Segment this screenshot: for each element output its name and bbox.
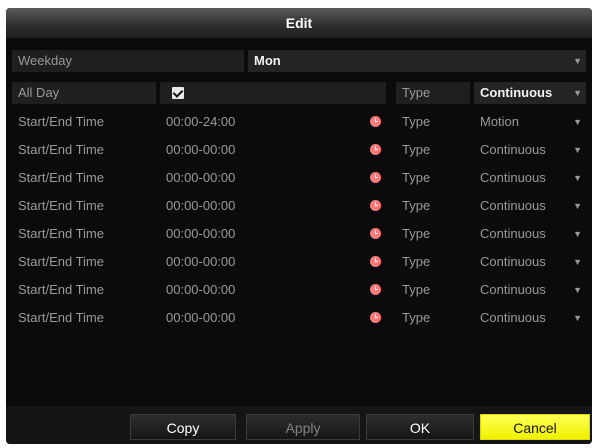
allday-checkbox-cell: [160, 82, 386, 104]
button-bar: Copy Apply OK Cancel: [6, 406, 592, 444]
allday-checkbox[interactable]: [172, 87, 184, 99]
apply-button[interactable]: Apply: [246, 414, 360, 440]
schedule-row: Start/End Time 00:00-00:00 Type Continuous ▼: [12, 167, 586, 189]
allday-row: All Day Type Continuous ▼: [12, 82, 586, 104]
schedule-row: Start/End Time 00:00-00:00 Type Continuous ▼: [12, 279, 586, 301]
type-value: Continuous: [480, 198, 546, 213]
weekday-value: Mon: [254, 53, 281, 68]
schedule-row: Start/End Time 00:00-00:00 Type Continuous ▼: [12, 251, 586, 273]
chevron-down-icon: ▼: [573, 285, 582, 295]
allday-type-select[interactable]: Continuous ▼: [474, 82, 586, 104]
cancel-button[interactable]: Cancel: [480, 414, 590, 440]
type-value: Continuous: [480, 226, 546, 241]
schedule-label: Start/End Time: [18, 254, 104, 269]
schedule-label: Start/End Time: [18, 198, 104, 213]
chevron-down-icon: ▼: [573, 173, 582, 183]
type-label: Type: [402, 198, 431, 213]
chevron-down-icon: ▼: [573, 145, 582, 155]
time-range-input[interactable]: 00:00-00:00: [160, 279, 386, 301]
type-select[interactable]: Continuous ▼: [474, 223, 586, 245]
dialog-title: Edit: [6, 8, 592, 38]
type-value: Continuous: [480, 310, 546, 325]
chevron-down-icon: ▼: [573, 56, 582, 66]
type-value: Continuous: [480, 170, 546, 185]
type-label: Type: [402, 114, 431, 129]
time-range-input[interactable]: 00:00-24:00: [160, 111, 386, 133]
schedule-label: Start/End Time: [18, 142, 104, 157]
type-label: Type: [402, 254, 431, 269]
time-range-input[interactable]: 00:00-00:00: [160, 195, 386, 217]
type-select[interactable]: Continuous ▼: [474, 139, 586, 161]
time-range-input[interactable]: 00:00-00:00: [160, 139, 386, 161]
chevron-down-icon: ▼: [573, 257, 582, 267]
schedule-label: Start/End Time: [18, 170, 104, 185]
time-range-input[interactable]: 00:00-00:00: [160, 251, 386, 273]
type-label: Type: [396, 82, 470, 104]
schedule-row: Start/End Time 00:00-24:00 Type Motion ▼: [12, 111, 586, 133]
clock-icon[interactable]: [370, 116, 381, 127]
type-value: Continuous: [480, 142, 546, 157]
type-select[interactable]: Continuous ▼: [474, 167, 586, 189]
weekday-row: Weekday Mon ▼: [12, 50, 586, 72]
schedule-label: Start/End Time: [18, 282, 104, 297]
type-label: Type: [402, 170, 431, 185]
allday-type-value: Continuous: [480, 85, 553, 100]
type-value: Continuous: [480, 282, 546, 297]
weekday-select[interactable]: Mon ▼: [248, 50, 586, 72]
edit-dialog: Edit Weekday Mon ▼ All Day Type Continuo…: [6, 8, 592, 444]
ok-button[interactable]: OK: [366, 414, 474, 440]
clock-icon[interactable]: [370, 172, 381, 183]
type-value: Continuous: [480, 254, 546, 269]
clock-icon[interactable]: [370, 256, 381, 267]
chevron-down-icon: ▼: [573, 313, 582, 323]
allday-label: All Day: [12, 82, 156, 104]
type-label: Type: [402, 282, 431, 297]
schedule-label: Start/End Time: [18, 114, 104, 129]
chevron-down-icon: ▼: [573, 88, 582, 98]
schedule-label: Start/End Time: [18, 310, 104, 325]
weekday-label: Weekday: [12, 50, 244, 72]
copy-button[interactable]: Copy: [130, 414, 236, 440]
type-select[interactable]: Continuous ▼: [474, 307, 586, 329]
type-select[interactable]: Motion ▼: [474, 111, 586, 133]
schedule-label: Start/End Time: [18, 226, 104, 241]
type-label: Type: [402, 226, 431, 241]
time-range-input[interactable]: 00:00-00:00: [160, 307, 386, 329]
type-select[interactable]: Continuous ▼: [474, 251, 586, 273]
type-label: Type: [402, 142, 431, 157]
time-range-input[interactable]: 00:00-00:00: [160, 167, 386, 189]
clock-icon[interactable]: [370, 284, 381, 295]
type-select[interactable]: Continuous ▼: [474, 279, 586, 301]
type-select[interactable]: Continuous ▼: [474, 195, 586, 217]
schedule-row: Start/End Time 00:00-00:00 Type Continuous ▼: [12, 139, 586, 161]
type-value: Motion: [480, 114, 520, 129]
chevron-down-icon: ▼: [573, 229, 582, 239]
schedule-row: Start/End Time 00:00-00:00 Type Continuous ▼: [12, 195, 586, 217]
time-range-input[interactable]: 00:00-00:00: [160, 223, 386, 245]
clock-icon[interactable]: [370, 144, 381, 155]
type-label: Type: [402, 310, 431, 325]
clock-icon[interactable]: [370, 228, 381, 239]
schedule-row: Start/End Time 00:00-00:00 Type Continuous ▼: [12, 223, 586, 245]
chevron-down-icon: ▼: [573, 201, 582, 211]
clock-icon[interactable]: [370, 312, 381, 323]
chevron-down-icon: ▼: [573, 117, 582, 127]
schedule-row: Start/End Time 00:00-00:00 Type Continuous ▼: [12, 307, 586, 329]
clock-icon[interactable]: [370, 200, 381, 211]
